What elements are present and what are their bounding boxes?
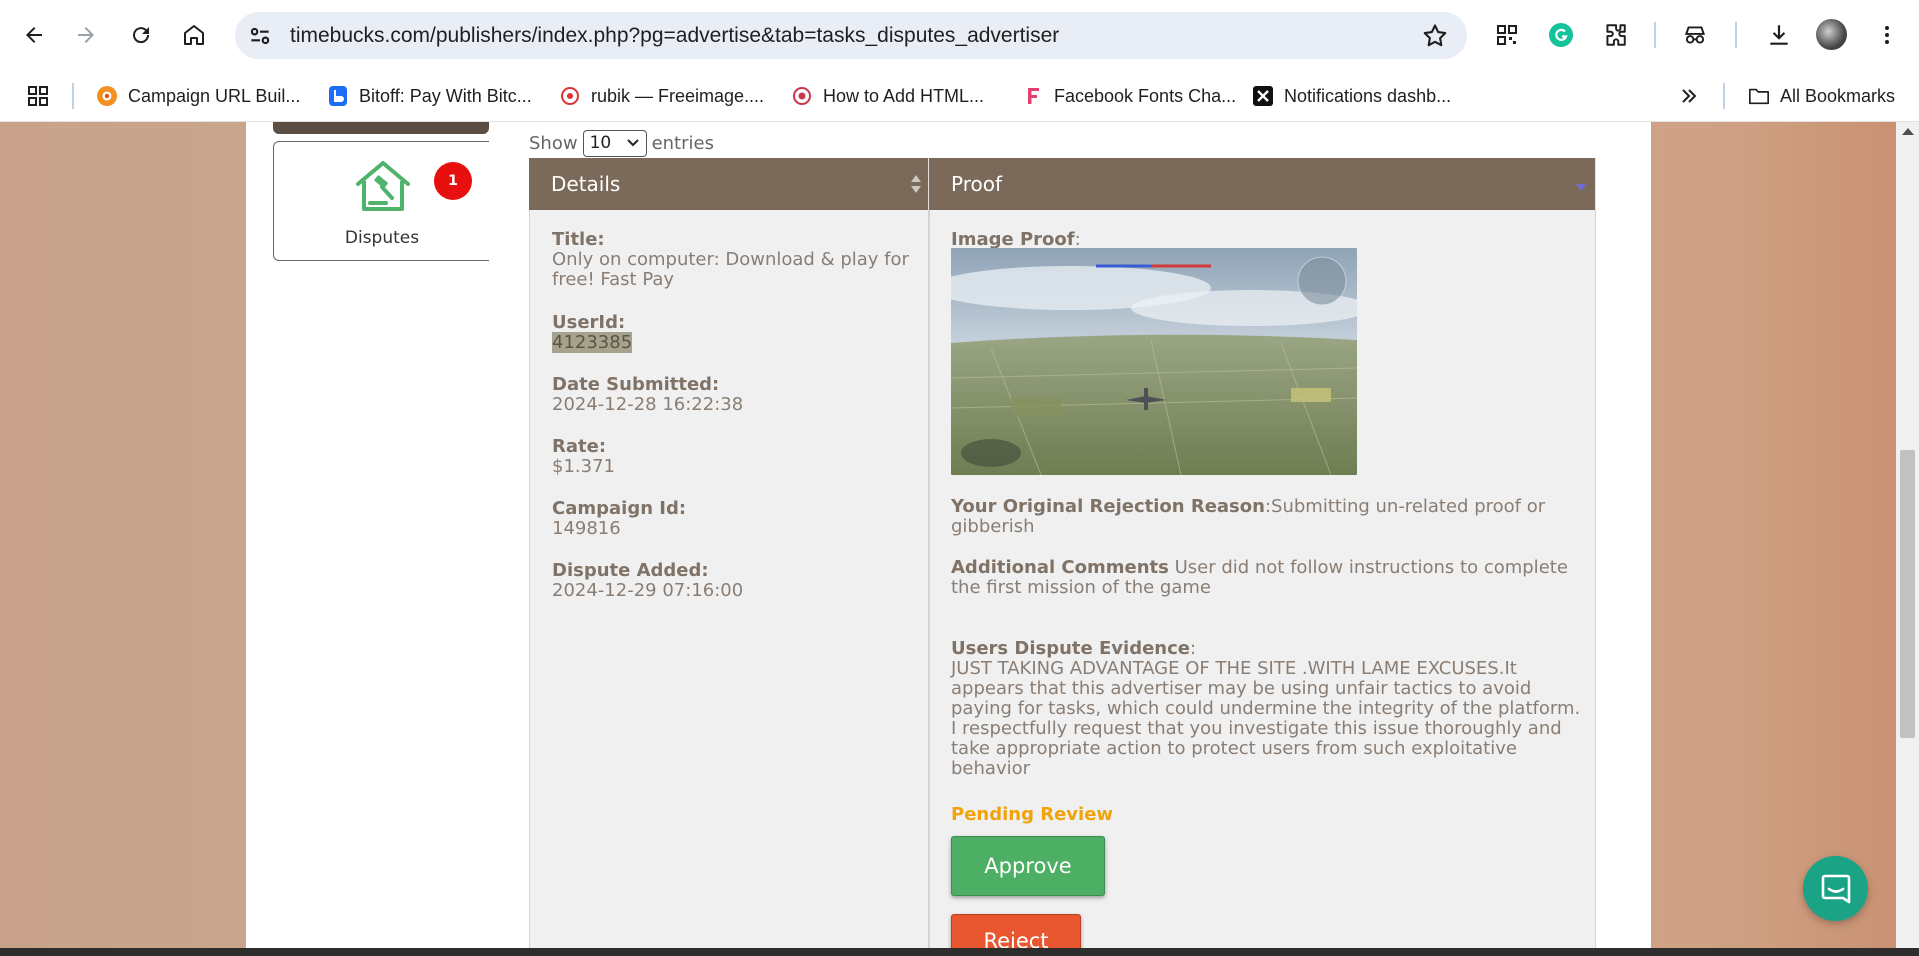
- bookmark-html[interactable]: How to Add HTML...: [791, 70, 984, 122]
- rate: Rate: $1.371: [552, 436, 615, 477]
- dispute-evidence-text: JUST TAKING ADVANTAGE OF THE SITE .WITH …: [951, 658, 1581, 779]
- qr-code-icon[interactable]: [1490, 18, 1524, 52]
- proof-cell: Image Proof: Your Original Rejection Rea…: [929, 210, 1596, 956]
- page-scrollbar[interactable]: [1896, 122, 1919, 956]
- disputes-table: Details Proof Title: Only on computer: D…: [529, 158, 1596, 956]
- double-chevron-right-icon: [1682, 89, 1697, 103]
- reload-button[interactable]: [121, 15, 161, 55]
- freeimage-icon: [559, 85, 581, 107]
- apps-grid-icon: [28, 86, 48, 106]
- entries-select-value: 10: [589, 133, 612, 153]
- taskbar-edge: [0, 948, 1919, 956]
- apps-button[interactable]: [26, 70, 50, 122]
- reload-icon: [133, 27, 150, 44]
- chevron-down-icon: [626, 139, 639, 147]
- bookmarks-divider: [72, 83, 74, 109]
- column-header-details[interactable]: Details: [529, 158, 929, 210]
- bookmark-campaign-url[interactable]: Campaign URL Buil...: [96, 70, 300, 122]
- date-submitted: Date Submitted: 2024-12-28 16:22:38: [552, 374, 744, 415]
- bookmark-facebook-fonts[interactable]: Facebook Fonts Cha...: [1022, 70, 1236, 122]
- user-id: UserId: 4123385: [552, 312, 633, 353]
- toolbar-divider: [1735, 22, 1737, 48]
- browser-toolbar: timebucks.com/publishers/index.php?pg=ad…: [0, 0, 1919, 70]
- html-icon: [791, 85, 813, 107]
- details-cell: Title: Only on computer: Download & play…: [529, 210, 929, 956]
- proof-screenshot-image[interactable]: [951, 248, 1357, 475]
- forward-arrow-icon: [78, 27, 94, 43]
- dispute-evidence: Users Dispute Evidence: JUST TAKING ADVA…: [951, 638, 1581, 779]
- column-header-proof[interactable]: Proof: [929, 158, 1596, 210]
- bitoff-icon: [327, 85, 349, 107]
- all-bookmarks-button[interactable]: All Bookmarks: [1748, 70, 1895, 122]
- more-bookmarks-button[interactable]: [1678, 70, 1700, 122]
- sort-icon: [911, 175, 921, 193]
- site-settings-icon[interactable]: [247, 23, 273, 49]
- approve-button[interactable]: Approve: [951, 836, 1105, 896]
- chat-icon: [1821, 874, 1850, 903]
- live-chat-button[interactable]: [1803, 856, 1868, 921]
- house-gavel-icon: [356, 161, 410, 211]
- scroll-up-arrow-icon[interactable]: [1902, 128, 1914, 135]
- sidebar-item-disputes[interactable]: Disputes 1: [273, 141, 489, 261]
- bookmark-notifications[interactable]: Notifications dashb...: [1252, 70, 1451, 122]
- show-label: Show: [529, 132, 578, 154]
- extensions-icon[interactable]: [1598, 18, 1632, 52]
- grammarly-icon[interactable]: [1544, 18, 1578, 52]
- entries-length-control: Show 10 entries: [529, 129, 714, 157]
- sidebar-item-previous[interactable]: [273, 122, 489, 134]
- notifications-icon: [1252, 85, 1274, 107]
- forward-button[interactable]: [66, 15, 106, 55]
- home-icon: [184, 25, 204, 45]
- campaign-id: Campaign Id: 149816: [552, 498, 687, 539]
- bookmark-star-icon[interactable]: [1421, 22, 1449, 50]
- incognito-icon[interactable]: [1678, 18, 1712, 52]
- page-viewport: Disputes 1 Show 10 entries Details Proof…: [0, 122, 1919, 956]
- bookmarks-divider: [1723, 83, 1725, 109]
- back-arrow-icon: [26, 27, 42, 43]
- bookmark-bitoff[interactable]: Bitoff: Pay With Bitc...: [327, 70, 532, 122]
- url-text[interactable]: timebucks.com/publishers/index.php?pg=ad…: [290, 12, 1059, 59]
- image-proof-label: Image Proof:: [951, 229, 1081, 250]
- download-icon[interactable]: [1762, 18, 1796, 52]
- task-title: Title: Only on computer: Download & play…: [552, 229, 909, 290]
- campaign-icon: [96, 85, 118, 107]
- sidebar-item-label: Disputes: [344, 228, 420, 248]
- additional-comments: Additional Comments User did not follow …: [951, 557, 1568, 598]
- fonts-icon: [1022, 85, 1044, 107]
- scrollbar-thumb[interactable]: [1900, 450, 1915, 738]
- sort-descending-icon: [1576, 184, 1586, 191]
- toolbar-divider: [1654, 22, 1656, 48]
- dispute-count-badge: 1: [434, 162, 472, 200]
- entries-select[interactable]: 10: [582, 129, 647, 157]
- dispute-added: Dispute Added: 2024-12-29 07:16:00: [552, 560, 744, 601]
- entries-label: entries: [651, 132, 714, 154]
- folder-icon: [1748, 85, 1770, 107]
- kebab-menu-icon[interactable]: [1870, 18, 1904, 52]
- status-badge: Pending Review: [951, 804, 1114, 825]
- back-button[interactable]: [14, 15, 54, 55]
- rejection-reason: Your Original Rejection Reason:Submittin…: [951, 496, 1546, 537]
- bookmark-freeimage[interactable]: rubik — Freeimage....: [559, 70, 764, 122]
- bookmarks-bar: Campaign URL Buil... Bitoff: Pay With Bi…: [0, 70, 1919, 122]
- address-bar[interactable]: timebucks.com/publishers/index.php?pg=ad…: [235, 12, 1467, 59]
- home-button[interactable]: [174, 15, 214, 55]
- profile-avatar[interactable]: [1816, 19, 1847, 50]
